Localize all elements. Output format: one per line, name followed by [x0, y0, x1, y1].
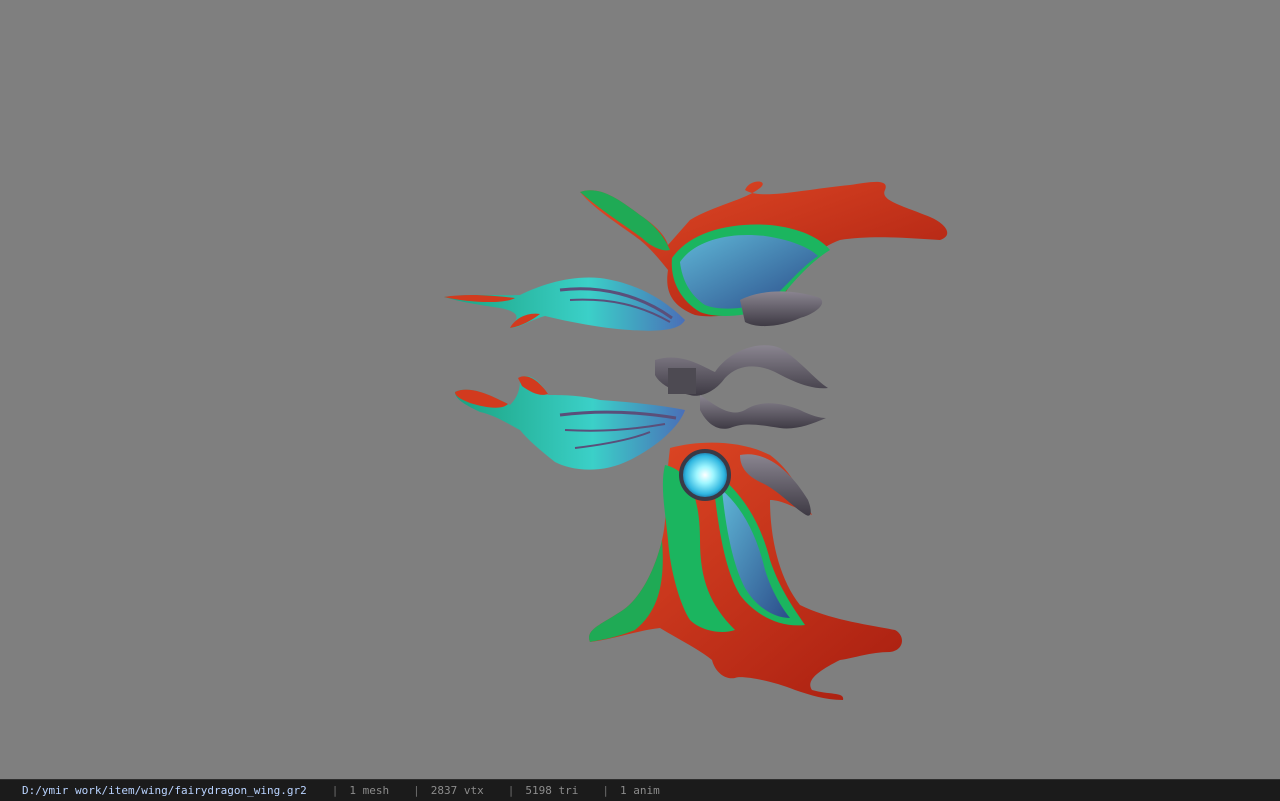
separator: |: [413, 784, 420, 797]
wing-model[interactable]: [0, 0, 1280, 778]
separator: |: [507, 784, 515, 797]
status-bar: D:/ymir work/item/wing/fairydragon_wing.…: [0, 779, 1280, 801]
animation-count: 1 anim: [620, 784, 660, 797]
glowing-orb: [679, 449, 731, 501]
vertex-count: 2837 vtx: [430, 784, 484, 797]
mesh-count: 1 mesh: [349, 784, 390, 797]
separator: |: [331, 784, 339, 797]
triangle-count: 5198 tri: [525, 784, 579, 797]
3d-viewport[interactable]: [0, 0, 1280, 778]
lower-wing-part: [589, 442, 902, 700]
upper-leaf-wing-part: [444, 277, 685, 331]
separator: |: [602, 784, 609, 797]
lower-leaf-wing-part: [455, 375, 685, 470]
file-path: D:/ymir work/item/wing/fairydragon_wing.…: [22, 784, 307, 797]
